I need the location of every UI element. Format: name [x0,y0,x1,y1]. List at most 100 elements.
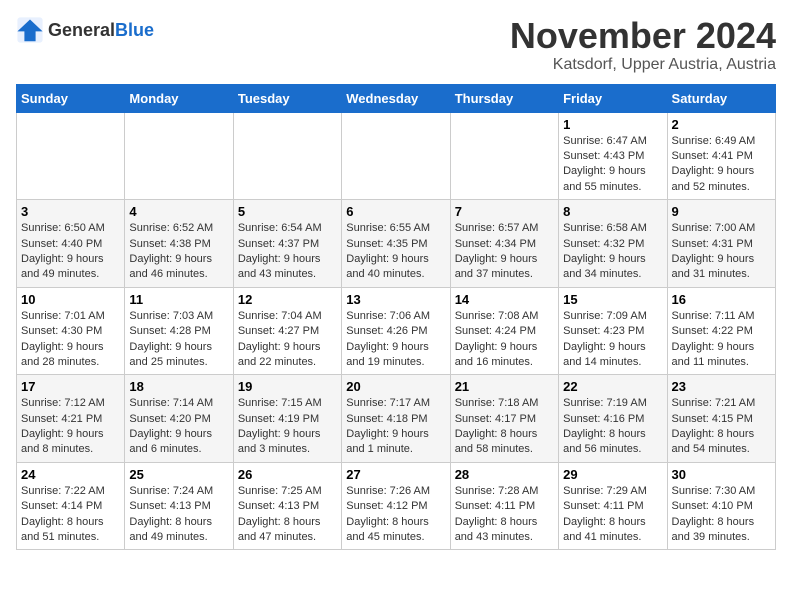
day-info: Sunrise: 7:01 AMSunset: 4:30 PMDaylight:… [21,310,105,368]
day-number: 18 [129,379,228,394]
calendar-cell: 2Sunrise: 6:49 AMSunset: 4:41 PMDaylight… [667,112,775,200]
day-info: Sunrise: 6:50 AMSunset: 4:40 PMDaylight:… [21,222,105,280]
calendar-body: 1 Sunrise: 6:47 AMSunset: 4:43 PMDaylight… [17,112,776,550]
calendar-week-5: 24 Sunrise: 7:22 AMSunset: 4:14 PMDayligh… [17,462,776,550]
calendar-cell: 21Sunrise: 7:18 AMSunset: 4:17 PMDayligh… [450,375,558,463]
calendar-cell: 17Sunrise: 7:12 AMSunset: 4:21 PMDayligh… [17,375,125,463]
day-info: Sunrise: 7:21 AMSunset: 4:15 PMDaylight:… [672,397,756,455]
calendar-week-3: 10 Sunrise: 7:01 AMSunset: 4:30 PMDayligh… [17,287,776,375]
day-info: Sunrise: 7:11 AMSunset: 4:22 PMDaylight:… [672,310,755,368]
day-info: Sunrise: 7:08 AMSunset: 4:24 PMDaylight:… [455,310,539,368]
calendar-week-1: 1 Sunrise: 6:47 AMSunset: 4:43 PMDaylight… [17,112,776,200]
day-info: Sunrise: 7:14 AMSunset: 4:20 PMDaylight:… [129,397,213,455]
calendar-cell: 8 Sunrise: 6:58 AMSunset: 4:32 PMDaylight… [559,200,667,288]
day-info: Sunrise: 7:09 AMSunset: 4:23 PMDaylight:… [563,310,647,368]
day-info: Sunrise: 7:24 AMSunset: 4:13 PMDaylight:… [129,485,213,543]
calendar-cell: 28Sunrise: 7:28 AMSunset: 4:11 PMDayligh… [450,462,558,550]
calendar-cell: 13Sunrise: 7:06 AMSunset: 4:26 PMDayligh… [342,287,450,375]
day-info: Sunrise: 7:00 AMSunset: 4:31 PMDaylight:… [672,222,756,280]
day-info: Sunrise: 6:54 AMSunset: 4:37 PMDaylight:… [238,222,322,280]
calendar-cell: 12 Sunrise: 7:04 AMSunset: 4:27 PMDayligh… [233,287,341,375]
calendar-cell: 25Sunrise: 7:24 AMSunset: 4:13 PMDayligh… [125,462,233,550]
calendar-cell: 3 Sunrise: 6:50 AMSunset: 4:40 PMDaylight… [17,200,125,288]
day-info: Sunrise: 6:49 AMSunset: 4:41 PMDaylight:… [672,135,756,193]
day-info: Sunrise: 7:29 AMSunset: 4:11 PMDaylight:… [563,485,647,543]
logo: GeneralBlue [16,16,154,44]
calendar-cell [342,112,450,200]
day-info: Sunrise: 7:17 AMSunset: 4:18 PMDaylight:… [346,397,430,455]
day-info: Sunrise: 6:58 AMSunset: 4:32 PMDaylight:… [563,222,647,280]
calendar-cell [17,112,125,200]
day-number: 5 [238,204,337,219]
day-info: Sunrise: 7:03 AMSunset: 4:28 PMDaylight:… [129,310,213,368]
calendar-cell [233,112,341,200]
calendar-cell: 16 Sunrise: 7:11 AMSunset: 4:22 PMDayligh… [667,287,775,375]
weekday-header-saturday: Saturday [667,84,775,112]
calendar-cell: 19 Sunrise: 7:15 AMSunset: 4:19 PMDayligh… [233,375,341,463]
calendar-table: SundayMondayTuesdayWednesdayThursdayFrid… [16,84,776,551]
weekday-header-friday: Friday [559,84,667,112]
day-number: 1 [563,117,662,132]
calendar-cell [450,112,558,200]
calendar-cell: 9 Sunrise: 7:00 AMSunset: 4:31 PMDaylight… [667,200,775,288]
calendar-cell: 26 Sunrise: 7:25 AMSunset: 4:13 PMDayligh… [233,462,341,550]
day-number: 12 [238,292,337,307]
day-info: Sunrise: 7:18 AMSunset: 4:17 PMDaylight:… [455,397,539,455]
day-info: Sunrise: 6:47 AMSunset: 4:43 PMDaylight:… [563,135,647,193]
calendar-cell: 23Sunrise: 7:21 AMSunset: 4:15 PMDayligh… [667,375,775,463]
day-number: 9 [672,204,771,219]
day-number: 24 [21,467,120,482]
days-of-week-row: SundayMondayTuesdayWednesdayThursdayFrid… [17,84,776,112]
calendar-cell: 6 Sunrise: 6:55 AMSunset: 4:35 PMDaylight… [342,200,450,288]
calendar-cell [125,112,233,200]
calendar-week-4: 17Sunrise: 7:12 AMSunset: 4:21 PMDayligh… [17,375,776,463]
day-number: 11 [129,292,228,307]
weekday-header-wednesday: Wednesday [342,84,450,112]
day-number: 26 [238,467,337,482]
day-number: 10 [21,292,120,307]
day-number: 3 [21,204,120,219]
logo-wordmark: GeneralBlue [48,20,154,41]
day-info: Sunrise: 7:04 AMSunset: 4:27 PMDaylight:… [238,310,322,368]
calendar-cell: 30Sunrise: 7:30 AMSunset: 4:10 PMDayligh… [667,462,775,550]
day-info: Sunrise: 7:19 AMSunset: 4:16 PMDaylight:… [563,397,647,455]
day-number: 27 [346,467,445,482]
day-info: Sunrise: 7:15 AMSunset: 4:19 PMDaylight:… [238,397,322,455]
calendar-cell: 7 Sunrise: 6:57 AMSunset: 4:34 PMDaylight… [450,200,558,288]
day-info: Sunrise: 7:06 AMSunset: 4:26 PMDaylight:… [346,310,430,368]
day-info: Sunrise: 6:55 AMSunset: 4:35 PMDaylight:… [346,222,430,280]
day-info: Sunrise: 7:12 AMSunset: 4:21 PMDaylight:… [21,397,105,455]
day-number: 19 [238,379,337,394]
day-number: 16 [672,292,771,307]
calendar-week-2: 3 Sunrise: 6:50 AMSunset: 4:40 PMDaylight… [17,200,776,288]
day-number: 14 [455,292,554,307]
day-number: 29 [563,467,662,482]
location-subtitle: Katsdorf, Upper Austria, Austria [510,56,776,74]
title-area: November 2024 Katsdorf, Upper Austria, A… [510,16,776,74]
day-info: Sunrise: 7:22 AMSunset: 4:14 PMDaylight:… [21,485,105,543]
calendar-cell: 1 Sunrise: 6:47 AMSunset: 4:43 PMDaylight… [559,112,667,200]
day-number: 20 [346,379,445,394]
day-info: Sunrise: 6:52 AMSunset: 4:38 PMDaylight:… [129,222,213,280]
calendar-cell: 20 Sunrise: 7:17 AMSunset: 4:18 PMDayligh… [342,375,450,463]
calendar-cell: 18 Sunrise: 7:14 AMSunset: 4:20 PMDayligh… [125,375,233,463]
day-number: 8 [563,204,662,219]
calendar-cell: 10 Sunrise: 7:01 AMSunset: 4:30 PMDayligh… [17,287,125,375]
calendar-cell: 5 Sunrise: 6:54 AMSunset: 4:37 PMDaylight… [233,200,341,288]
day-info: Sunrise: 7:26 AMSunset: 4:12 PMDaylight:… [346,485,430,543]
weekday-header-tuesday: Tuesday [233,84,341,112]
day-number: 7 [455,204,554,219]
day-number: 30 [672,467,771,482]
logo-blue-text: Blue [115,20,154,40]
calendar-cell: 15Sunrise: 7:09 AMSunset: 4:23 PMDayligh… [559,287,667,375]
calendar-cell: 29 Sunrise: 7:29 AMSunset: 4:11 PMDayligh… [559,462,667,550]
day-info: Sunrise: 7:25 AMSunset: 4:13 PMDaylight:… [238,485,322,543]
day-info: Sunrise: 6:57 AMSunset: 4:34 PMDaylight:… [455,222,539,280]
calendar-cell: 14 Sunrise: 7:08 AMSunset: 4:24 PMDayligh… [450,287,558,375]
day-number: 6 [346,204,445,219]
day-number: 4 [129,204,228,219]
month-title: November 2024 [510,16,776,56]
calendar-header: SundayMondayTuesdayWednesdayThursdayFrid… [17,84,776,112]
header: GeneralBlue November 2024 Katsdorf, Uppe… [16,16,776,74]
calendar-cell: 4 Sunrise: 6:52 AMSunset: 4:38 PMDaylight… [125,200,233,288]
